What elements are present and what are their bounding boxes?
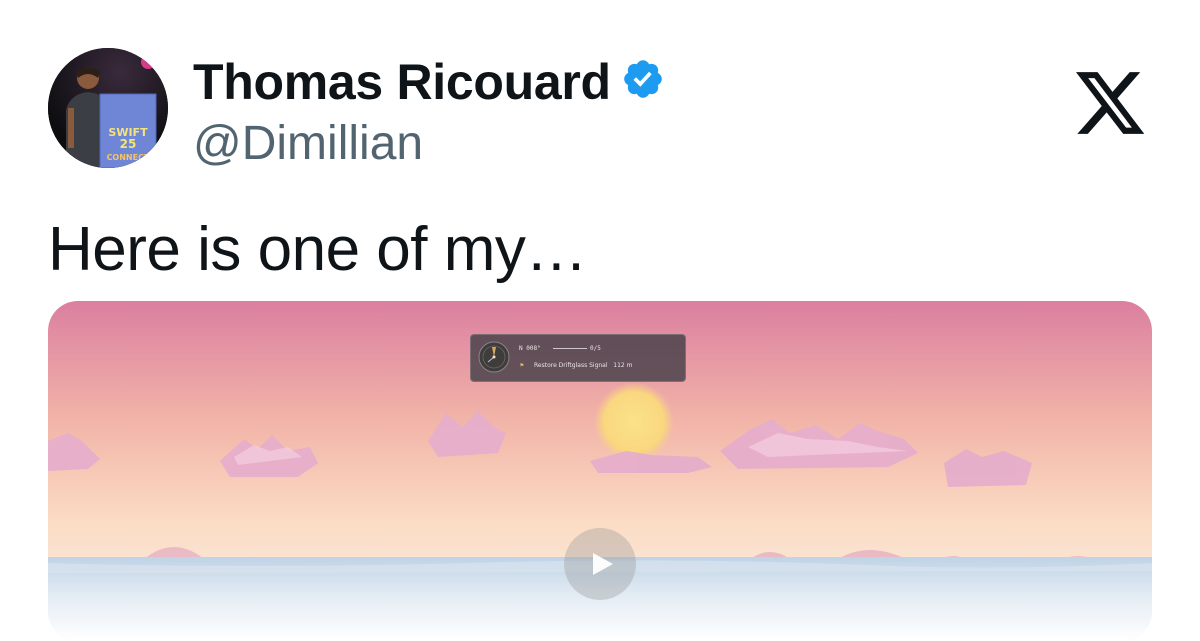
avatar-sign-line-2: 25 [120,137,137,151]
compass-icon [478,341,510,373]
avatar-sign-line-3: CONNECT [107,153,150,162]
game-hud-panel: N 008° 0/5 ⚑ Restore Driftglass Signal 1… [470,334,686,382]
tweet-text: Here is one of my… [48,215,587,284]
hud-objective-distance: 112 m [613,362,633,369]
hud-progress: 0/5 [590,345,601,352]
hud-objective: Restore Driftglass Signal 112 m [534,362,632,369]
author-name-row[interactable]: Thomas Ricouard [193,52,665,112]
hud-heading: N 008° [519,345,541,352]
hud-objective-text: Restore Driftglass Signal [534,362,608,369]
author-name[interactable]: Thomas Ricouard [193,52,611,112]
objective-marker-icon: ⚑ [520,362,524,369]
avatar-photo: SWIFT 25 CONNECT [48,48,168,168]
author-avatar[interactable]: SWIFT 25 CONNECT [48,48,168,168]
tweet-media-video[interactable]: N 008° 0/5 ⚑ Restore Driftglass Signal 1… [48,301,1152,641]
author-handle[interactable]: @Dimillian [193,116,423,172]
verified-badge-icon [624,60,662,98]
hud-progress-divider [553,348,587,349]
x-logo-icon[interactable] [1072,72,1148,142]
play-button[interactable] [564,528,636,600]
play-icon [593,553,613,575]
